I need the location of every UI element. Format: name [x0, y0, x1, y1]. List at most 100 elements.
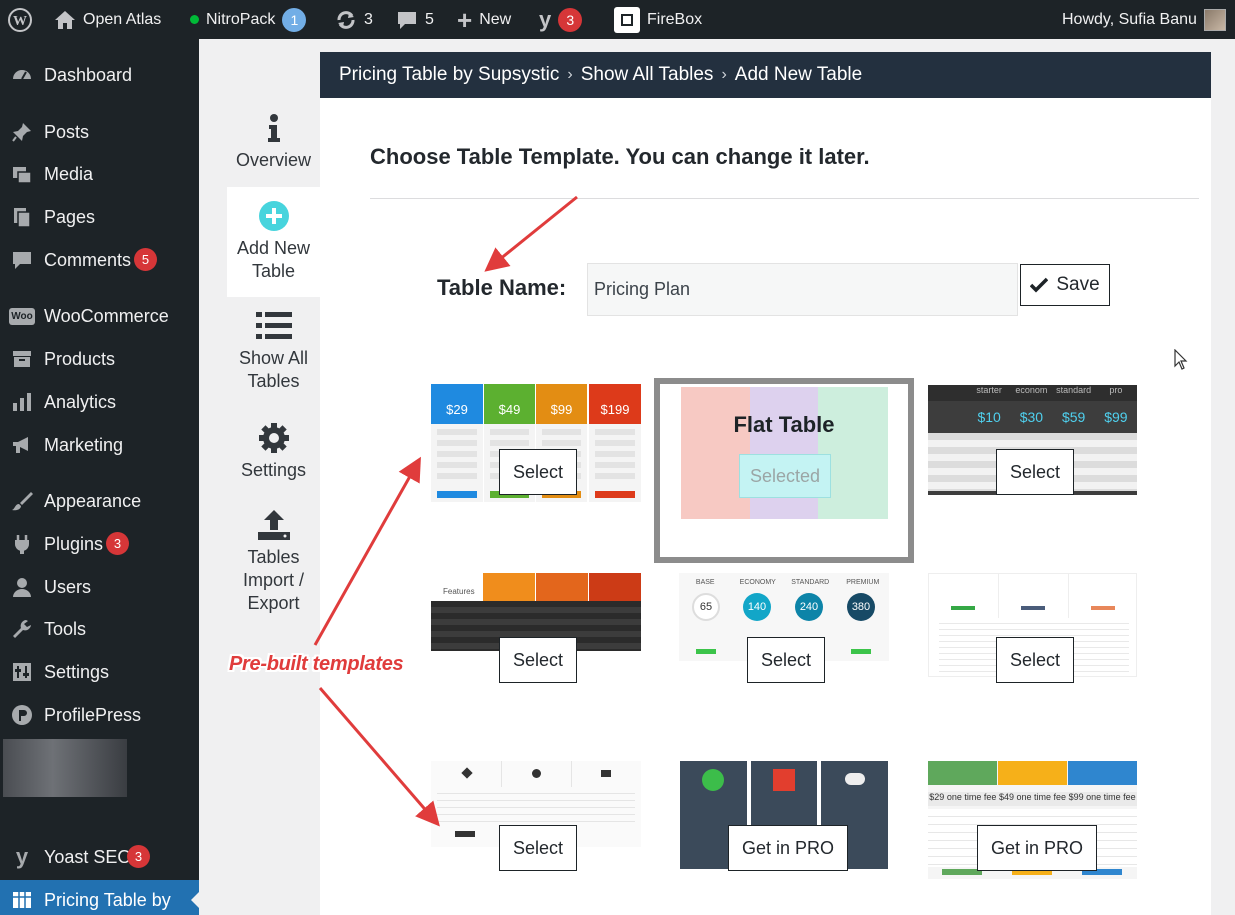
sidebar-item-tools[interactable]: Tools	[0, 609, 199, 649]
upload-icon	[257, 508, 291, 542]
template-column	[483, 573, 535, 601]
firebox-link[interactable]: FireBox	[614, 0, 702, 39]
sidebar-item-profilepress[interactable]: ProfilePress	[0, 695, 199, 735]
firebox-icon	[614, 6, 640, 33]
template-column: $29	[431, 384, 483, 502]
sidebar-item-pages[interactable]: Pages	[0, 197, 199, 237]
account-menu[interactable]: Howdy, Sufia Banu	[1062, 0, 1226, 39]
save-button[interactable]: Save	[1020, 264, 1110, 306]
subnav-import-label-3: Export	[247, 593, 300, 613]
plus-circle-icon	[258, 199, 290, 233]
paintbrush-icon	[10, 489, 34, 513]
subnav-overview-label: Overview	[235, 150, 311, 170]
get-in-pro-button[interactable]: Get in PRO	[977, 825, 1098, 871]
select-template-button[interactable]: Select	[747, 637, 826, 683]
breadcrumb-current: Add New Table	[734, 64, 863, 85]
avatar	[1203, 8, 1226, 31]
template-price: $49	[484, 394, 535, 424]
chevron-right-icon: ›	[721, 66, 727, 83]
template-card-flat-table[interactable]: Flat Table Selected	[654, 378, 914, 563]
sidebar-item-settings[interactable]: Settings	[0, 652, 199, 692]
sidebar-item-yoast-seo[interactable]: y Yoast SEO 3	[0, 837, 199, 877]
template-col-header: econom	[1015, 385, 1048, 395]
template-column	[818, 387, 888, 519]
firebox-label: FireBox	[647, 10, 703, 28]
sidebar-item-marketing[interactable]: Marketing	[0, 425, 199, 465]
subnav-settings[interactable]: Settings	[227, 421, 320, 482]
save-label: Save	[1056, 274, 1100, 295]
wordpress-logo[interactable]: W	[8, 0, 32, 39]
template-fee: $29 one time fee	[929, 792, 997, 802]
sidebar-item-label: Products	[44, 348, 116, 369]
sidebar-item-label: Users	[44, 576, 92, 597]
sidebar-item-plugins[interactable]: Plugins 3	[0, 524, 199, 564]
sidebar-item-woocommerce[interactable]: Woo WooCommerce	[0, 296, 199, 336]
subnav-add-new-label-2: Table	[251, 261, 296, 281]
refresh-icon	[337, 10, 355, 29]
template-price: $99	[536, 394, 587, 424]
select-template-button[interactable]: Select	[996, 449, 1075, 495]
table-name-input[interactable]	[587, 263, 1018, 316]
nitropack-link[interactable]: NitroPack 1	[190, 0, 307, 39]
template-col-header: standard	[1056, 385, 1092, 395]
updates-link[interactable]: 3	[335, 0, 373, 39]
select-template-button[interactable]: Select	[499, 637, 578, 683]
select-template-button[interactable]: Select	[499, 825, 578, 871]
breadcrumb-root[interactable]: Pricing Table by Supsystic	[339, 64, 559, 86]
subnav-tables-import-export[interactable]: Tables Import / Export	[227, 508, 320, 615]
template-price-circle: 65	[692, 593, 720, 621]
sidebar-item-pricing-table[interactable]: Pricing Table by	[0, 880, 199, 915]
comment-icon	[10, 248, 34, 272]
woocommerce-icon: Woo	[9, 304, 35, 328]
template-price: $99	[1104, 409, 1128, 425]
template-price: $10	[977, 409, 1001, 425]
sidebar-item-posts[interactable]: Posts	[0, 112, 199, 152]
yoast-count-badge: 3	[127, 845, 150, 868]
site-name-link[interactable]: Open Atlas	[54, 0, 161, 39]
media-icon	[10, 162, 34, 186]
chevron-right-icon: ›	[567, 66, 573, 83]
sidebar-item-appearance[interactable]: Appearance	[0, 481, 199, 521]
list-icon	[255, 309, 292, 343]
sidebar-item-label: Comments	[44, 249, 132, 270]
get-in-pro-button[interactable]: Get in PRO	[728, 825, 849, 871]
sidebar-item-analytics[interactable]: Analytics	[0, 382, 199, 422]
settings-sliders-icon	[10, 660, 34, 684]
template-column: $199	[589, 384, 641, 502]
yoast-link[interactable]: y 3	[539, 0, 583, 39]
user-icon	[10, 575, 34, 599]
wordpress-icon: W	[8, 7, 32, 32]
template-fee: $99 one time fee	[1068, 792, 1136, 802]
select-template-button[interactable]: Select	[499, 449, 578, 495]
sidebar-item-label: Appearance	[44, 490, 142, 511]
annotation-label: Pre-built templates	[229, 653, 404, 675]
sidebar-item-label: Marketing	[44, 434, 124, 455]
breadcrumb-show-all[interactable]: Show All Tables	[581, 64, 714, 86]
sidebar-item-dashboard[interactable]: Dashboard	[0, 55, 199, 95]
template-price: $30	[1019, 409, 1044, 425]
sidebar-item-media[interactable]: Media	[0, 154, 199, 194]
checkmark-icon	[1030, 277, 1049, 293]
nitropack-label: NitroPack	[206, 10, 276, 28]
plus-icon: +	[457, 4, 473, 35]
template-col-header: STANDARD	[791, 579, 830, 586]
template-features-label: Features	[443, 587, 475, 596]
sidebar-item-label: Posts	[44, 121, 90, 142]
updates-count: 3	[364, 10, 373, 28]
template-price: $199	[589, 394, 641, 424]
mouse-cursor-icon	[1174, 349, 1188, 370]
sidebar-item-label: Dashboard	[44, 64, 133, 85]
sidebar-item-users[interactable]: Users	[0, 567, 199, 607]
sidebar-item-comments[interactable]: Comments 5	[0, 240, 199, 280]
comments-link[interactable]: 5	[396, 0, 434, 39]
subnav-settings-label: Settings	[240, 460, 307, 480]
subnav-show-all-label-2: Tables	[247, 371, 300, 391]
select-template-button[interactable]: Select	[996, 637, 1075, 683]
template-price-row: $10 $30 $59 $99	[928, 403, 1137, 431]
subnav-show-all-tables[interactable]: Show All Tables	[227, 309, 320, 393]
subnav-add-new-table[interactable]: Add New Table	[227, 187, 320, 297]
nitropack-badge: 1	[282, 7, 307, 32]
new-content-link[interactable]: + New	[457, 0, 511, 39]
template-price-circle: 380	[847, 593, 875, 621]
sidebar-item-products[interactable]: Products	[0, 339, 199, 379]
